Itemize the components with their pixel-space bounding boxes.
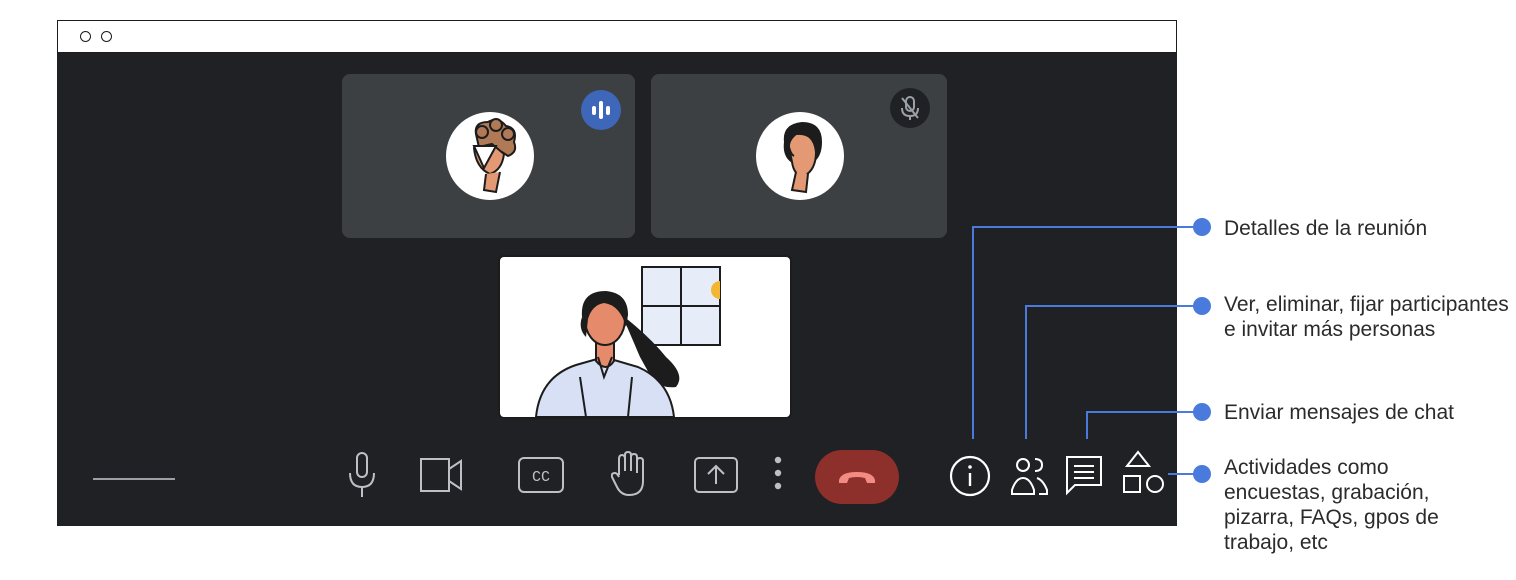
callout-meeting-details: Detalles de la reunión: [1224, 217, 1428, 240]
window-control-dot[interactable]: [80, 31, 91, 42]
participant-1-avatar: [446, 112, 534, 200]
callout-line-chat: [1086, 411, 1202, 413]
callout-dot-participants: [1193, 297, 1211, 315]
callout-line-participants: [1025, 305, 1201, 307]
meeting-window: CC: [57, 20, 1177, 526]
callout-activities: Actividades como encuestas, grabación, p…: [1224, 456, 1439, 554]
chat-icon[interactable]: [1064, 454, 1104, 498]
callout-line-participants: [1025, 305, 1027, 439]
captions-label: CC: [532, 469, 550, 486]
captions-icon[interactable]: CC: [517, 456, 565, 494]
end-call-button[interactable]: [815, 450, 899, 504]
callout-participants: Ver, eliminar, fijar participantes e inv…: [1224, 293, 1509, 341]
microphone-icon[interactable]: [347, 451, 377, 501]
meeting-area: CC: [57, 53, 1177, 526]
window-control-dot[interactable]: [101, 31, 112, 42]
callout-line-meeting-details: [972, 226, 974, 439]
meeting-code-placeholder: [93, 478, 175, 480]
end-call-icon: [839, 472, 875, 483]
participant-tile[interactable]: [342, 74, 635, 238]
callout-line-chat: [1086, 411, 1088, 439]
window-titlebar: [57, 20, 1177, 53]
more-options-icon[interactable]: [773, 454, 783, 494]
participant-2-avatar: [756, 112, 844, 200]
callout-dot-chat: [1193, 403, 1211, 421]
callout-chat: Enviar mensajes de chat: [1224, 401, 1454, 424]
camera-icon[interactable]: [419, 457, 465, 493]
raise-hand-icon[interactable]: [610, 450, 647, 497]
present-screen-icon[interactable]: [693, 456, 739, 494]
activities-icon[interactable]: [1121, 450, 1167, 498]
callout-line-meeting-details: [972, 226, 1202, 228]
muted-microphone-icon: [890, 88, 930, 128]
callout-dot-meeting-details: [1193, 218, 1211, 236]
callout-dot-activities: [1193, 465, 1211, 483]
participant-tile[interactable]: [651, 74, 947, 238]
speaking-indicator-icon: [581, 90, 621, 130]
people-icon[interactable]: [1010, 454, 1050, 498]
self-view-tile[interactable]: [498, 255, 792, 419]
info-icon[interactable]: [948, 454, 992, 498]
